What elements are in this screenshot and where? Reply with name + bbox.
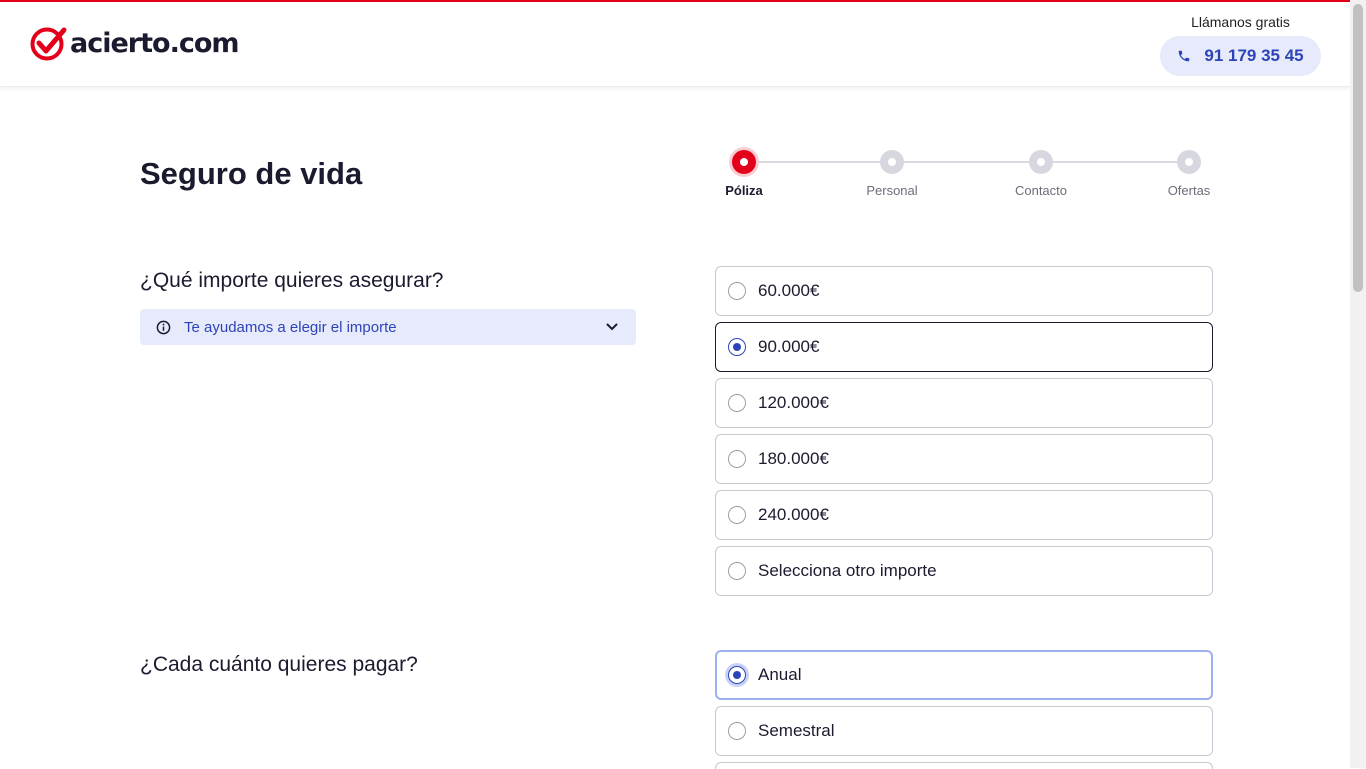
frequency-question-title: ¿Cada cuánto quieres pagar? <box>140 653 418 676</box>
phone-number: 91 179 35 45 <box>1204 46 1304 65</box>
step-label-personal: Personal <box>866 183 918 198</box>
step-dot-contacto <box>1029 150 1053 174</box>
step-dot-poliza <box>732 150 756 174</box>
option-label: 240.000€ <box>758 505 829 524</box>
radio-button[interactable] <box>728 562 746 580</box>
option-label: 120.000€ <box>758 393 829 412</box>
amount-option-240000[interactable]: 240.000€ <box>715 490 1213 540</box>
phone-icon <box>1179 50 1190 62</box>
radio-button[interactable] <box>728 394 746 412</box>
amount-help-accordion[interactable]: Te ayudamos a elegir el importe <box>140 309 636 345</box>
option-label: 60.000€ <box>758 281 820 300</box>
radio-button-checked[interactable] <box>728 666 746 684</box>
scrollbar-thumb[interactable] <box>1353 4 1363 292</box>
site-header: acierto.com Llámanos gratis 91 179 35 45 <box>0 2 1350 87</box>
phone-button[interactable]: 91 179 35 45 <box>1160 36 1321 76</box>
amount-help-text: Te ayudamos a elegir el importe <box>184 318 397 336</box>
radio-button-checked[interactable] <box>728 338 746 356</box>
step-label-poliza: Póliza <box>725 183 763 198</box>
frequency-option-semestral[interactable]: Semestral <box>715 706 1213 756</box>
radio-button[interactable] <box>728 722 746 740</box>
call-free-label: Llámanos gratis <box>1191 14 1290 30</box>
option-label: Anual <box>758 665 802 684</box>
check-logo-icon <box>30 27 67 61</box>
radio-button[interactable] <box>728 282 746 300</box>
vertical-scrollbar[interactable] <box>1350 0 1366 768</box>
option-label: 180.000€ <box>758 449 829 468</box>
option-label: Selecciona otro importe <box>758 561 937 580</box>
radio-button[interactable] <box>728 450 746 468</box>
step-label-ofertas: Ofertas <box>1167 183 1211 198</box>
brand-name: acierto.com <box>70 28 240 59</box>
frequency-option-anual[interactable]: Anual <box>715 650 1213 700</box>
amount-option-other[interactable]: Selecciona otro importe <box>715 546 1213 596</box>
step-dot-ofertas <box>1177 150 1201 174</box>
option-label: Semestral <box>758 721 835 740</box>
chevron-down-icon <box>606 323 618 331</box>
radio-button[interactable] <box>728 506 746 524</box>
amount-question-title: ¿Qué importe quieres asegurar? <box>140 269 444 292</box>
step-label-contacto: Contacto <box>1014 183 1068 198</box>
option-label: 90.000€ <box>758 337 820 356</box>
amount-option-120000[interactable]: 120.000€ <box>715 378 1213 428</box>
info-icon <box>156 320 171 335</box>
page-title: Seguro de vida <box>140 156 363 191</box>
stepper-track <box>743 161 1189 163</box>
amount-option-90000[interactable]: 90.000€ <box>715 322 1213 372</box>
amount-option-180000[interactable]: 180.000€ <box>715 434 1213 484</box>
step-dot-personal <box>880 150 904 174</box>
brand-logo[interactable]: acierto.com <box>30 26 240 62</box>
amount-option-60000[interactable]: 60.000€ <box>715 266 1213 316</box>
